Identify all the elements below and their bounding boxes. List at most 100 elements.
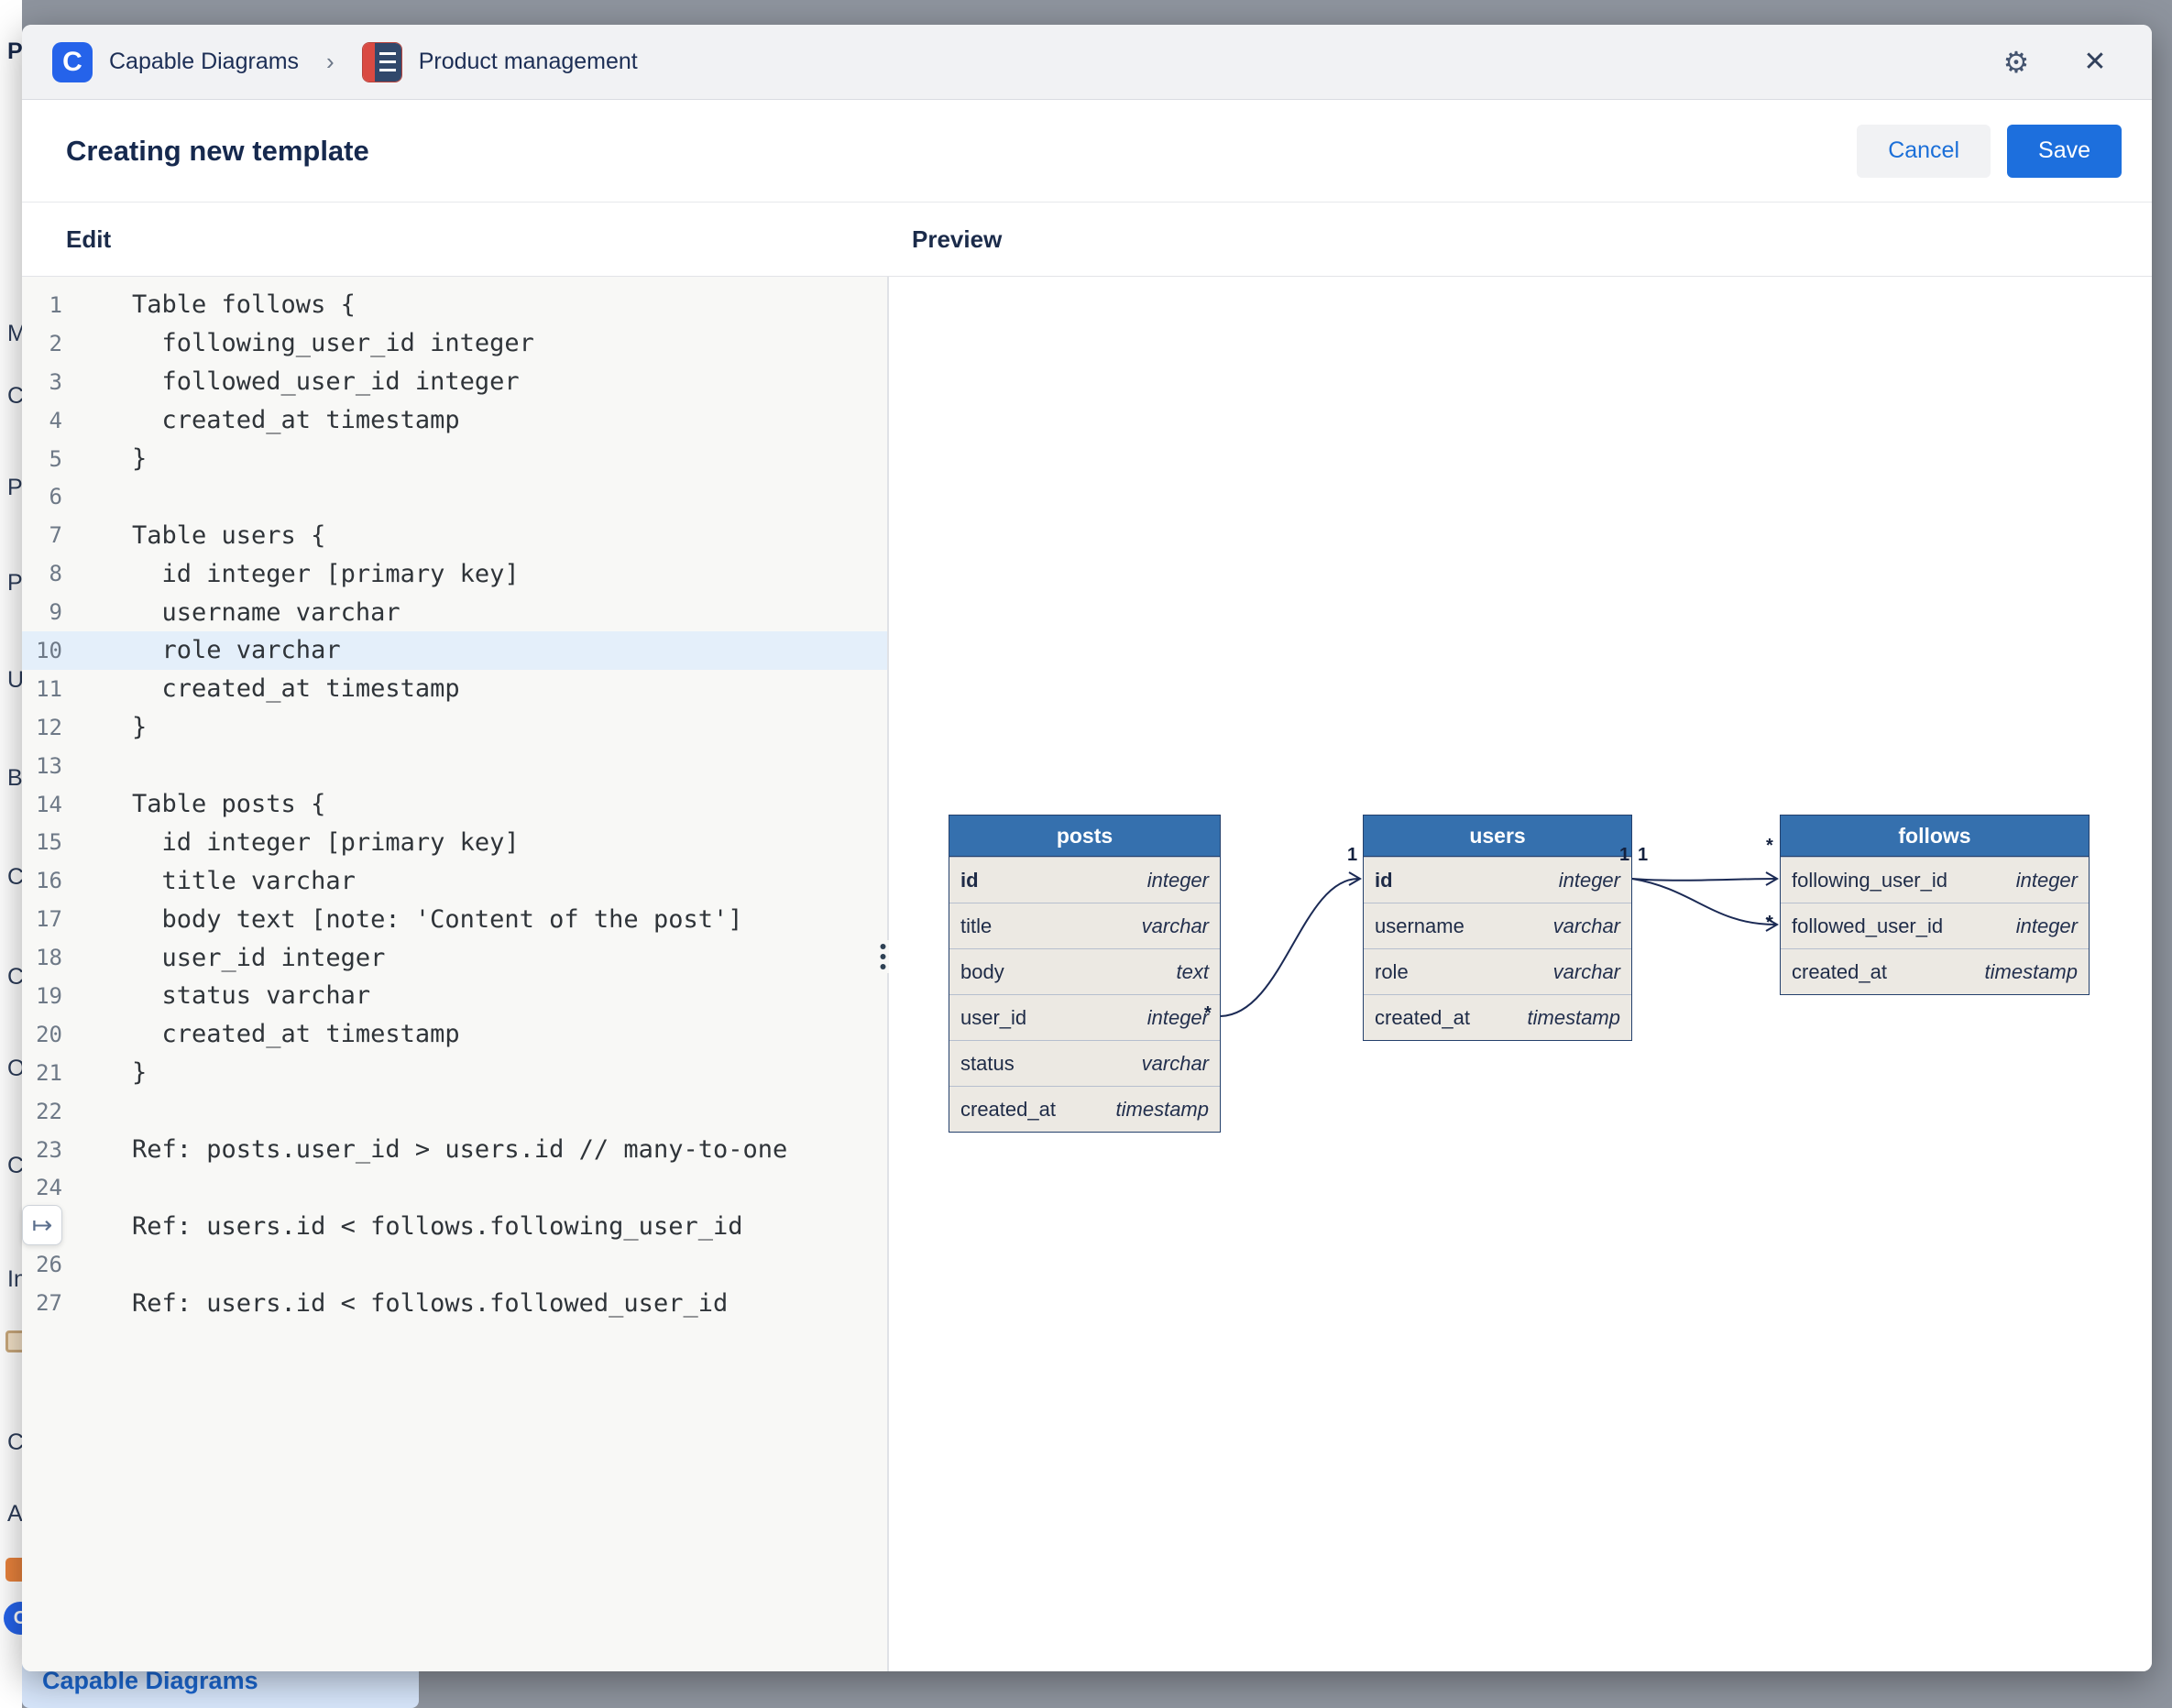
- editor-line[interactable]: 24: [22, 1168, 887, 1207]
- line-number: 23: [22, 1137, 86, 1163]
- editor-line[interactable]: 7Table users {: [22, 516, 887, 554]
- close-icon[interactable]: ✕: [2073, 40, 2117, 84]
- line-text: body text [note: 'Content of the post']: [86, 905, 742, 934]
- line-number: 26: [22, 1252, 86, 1277]
- logo-circle-icon[interactable]: C: [4, 1602, 22, 1635]
- line-text: Ref: posts.user_id > users.id // many-to…: [86, 1135, 787, 1164]
- sidebar-fragment[interactable]: P: [7, 570, 22, 597]
- field-name: id: [1375, 869, 1393, 892]
- editor-line[interactable]: 3 followed_user_id integer: [22, 363, 887, 401]
- table-title: posts: [949, 816, 1220, 857]
- editor-line[interactable]: 19 status varchar: [22, 977, 887, 1015]
- diagram-table-users[interactable]: users id integer username varchar role v…: [1363, 815, 1632, 1041]
- editor-line[interactable]: 26: [22, 1245, 887, 1284]
- line-number: 18: [22, 945, 86, 970]
- sidebar-fragment[interactable]: B: [7, 765, 22, 792]
- cardinality-label: *: [1204, 1003, 1212, 1024]
- sidebar-fragment[interactable]: C: [7, 1153, 22, 1179]
- editor-line[interactable]: 27Ref: users.id < follows.followed_user_…: [22, 1284, 887, 1322]
- field-type: text: [1177, 960, 1209, 984]
- field-name: following_user_id: [1792, 869, 1947, 892]
- field-name: status: [960, 1052, 1015, 1076]
- panel-headers: Edit Preview: [22, 203, 2152, 277]
- table-field-row: created_at timestamp: [949, 1086, 1220, 1132]
- editor-line[interactable]: 25Ref: users.id < follows.following_user…: [22, 1207, 887, 1245]
- sidebar-fragment[interactable]: M: [7, 321, 22, 347]
- table-title: follows: [1781, 816, 2089, 857]
- breadcrumb-app[interactable]: Capable Diagrams: [109, 49, 299, 75]
- sidebar-fragment[interactable]: In: [7, 1266, 22, 1293]
- line-text: created_at timestamp: [86, 674, 460, 703]
- editor-line[interactable]: 8 id integer [primary key]: [22, 554, 887, 593]
- table-field-row: title varchar: [949, 903, 1220, 948]
- book-icon[interactable]: [5, 1330, 22, 1352]
- editor-line[interactable]: 23Ref: posts.user_id > users.id // many-…: [22, 1131, 887, 1169]
- table-field-row: created_at timestamp: [1364, 994, 1631, 1040]
- line-number: 9: [22, 599, 86, 625]
- line-text: created_at timestamp: [86, 1020, 460, 1048]
- line-text: Ref: users.id < follows.following_user_i…: [86, 1212, 742, 1241]
- line-number: 14: [22, 792, 86, 817]
- line-text: title varchar: [86, 867, 356, 895]
- line-text: id integer [primary key]: [86, 560, 520, 588]
- diagram-table-follows[interactable]: follows following_user_id integer follow…: [1780, 815, 2090, 995]
- sidebar-fragment[interactable]: U: [7, 667, 22, 694]
- sidebar-fragment[interactable]: P: [7, 38, 22, 65]
- save-button[interactable]: Save: [2007, 125, 2122, 178]
- preview-panel-label: Preview: [912, 203, 1002, 277]
- line-number: 20: [22, 1022, 86, 1047]
- sidebar-fragment[interactable]: O: [7, 1056, 22, 1082]
- editor-line[interactable]: 5}: [22, 440, 887, 478]
- editor-line[interactable]: 6: [22, 477, 887, 516]
- cardinality-label: 1: [1347, 845, 1357, 866]
- editor-line[interactable]: 18 user_id integer: [22, 938, 887, 977]
- line-text: created_at timestamp: [86, 406, 460, 434]
- editor-line[interactable]: 1Table follows {: [22, 286, 887, 324]
- expand-sidebar-icon[interactable]: ↦: [22, 1205, 62, 1245]
- app-logo-icon[interactable]: C: [52, 42, 93, 82]
- editor-line[interactable]: 17 body text [note: 'Content of the post…: [22, 900, 887, 938]
- line-text: }: [86, 1058, 147, 1087]
- editor-line[interactable]: 10 role varchar: [22, 631, 887, 670]
- app-square-icon[interactable]: [5, 1558, 22, 1582]
- sidebar-fragment[interactable]: AP: [7, 1501, 22, 1527]
- sidebar-fragment[interactable]: C: [7, 864, 22, 891]
- table-field-row: role varchar: [1364, 948, 1631, 994]
- field-type: integer: [1147, 1006, 1209, 1030]
- editor-line[interactable]: 14Table posts {: [22, 785, 887, 824]
- field-type: integer: [1147, 869, 1209, 892]
- table-field-row: id integer: [1364, 857, 1631, 903]
- sidebar-fragment[interactable]: C: [7, 964, 22, 991]
- table-field-row: created_at timestamp: [1781, 948, 2089, 994]
- editor-line[interactable]: 15 id integer [primary key]: [22, 823, 887, 861]
- editor-line[interactable]: 11 created_at timestamp: [22, 670, 887, 708]
- code-editor[interactable]: 1Table follows {2 following_user_id inte…: [22, 277, 887, 1671]
- editor-line[interactable]: 2 following_user_id integer: [22, 324, 887, 363]
- editor-line[interactable]: 4 created_at timestamp: [22, 401, 887, 440]
- field-name: title: [960, 914, 992, 938]
- line-text: following_user_id integer: [86, 329, 534, 357]
- editor-line[interactable]: 9 username varchar: [22, 593, 887, 631]
- line-number: 6: [22, 484, 86, 509]
- editor-line[interactable]: 13: [22, 747, 887, 785]
- editor-line[interactable]: 21}: [22, 1054, 887, 1092]
- settings-gear-icon[interactable]: ⚙: [1994, 40, 2038, 84]
- editor-line[interactable]: 12}: [22, 708, 887, 747]
- diagram-table-posts[interactable]: posts id integer title varchar body text…: [949, 815, 1221, 1133]
- line-number: 2: [22, 331, 86, 356]
- cancel-button[interactable]: Cancel: [1857, 125, 1991, 178]
- sidebar-fragment[interactable]: C: [7, 383, 22, 410]
- line-number: 21: [22, 1060, 86, 1086]
- breadcrumb-page[interactable]: Product management: [419, 49, 638, 75]
- sidebar-fragment[interactable]: P: [7, 475, 22, 501]
- editor-line[interactable]: 20 created_at timestamp: [22, 1015, 887, 1054]
- field-type: timestamp: [1528, 1006, 1620, 1030]
- field-type: integer: [2016, 869, 2078, 892]
- field-name: user_id: [960, 1006, 1026, 1030]
- editor-line[interactable]: 22: [22, 1092, 887, 1131]
- line-number: 3: [22, 369, 86, 395]
- modal-content: 1Table follows {2 following_user_id inte…: [22, 277, 2152, 1671]
- sidebar-fragment[interactable]: C: [7, 1429, 22, 1456]
- editor-line[interactable]: 16 title varchar: [22, 861, 887, 900]
- field-name: followed_user_id: [1792, 914, 1943, 938]
